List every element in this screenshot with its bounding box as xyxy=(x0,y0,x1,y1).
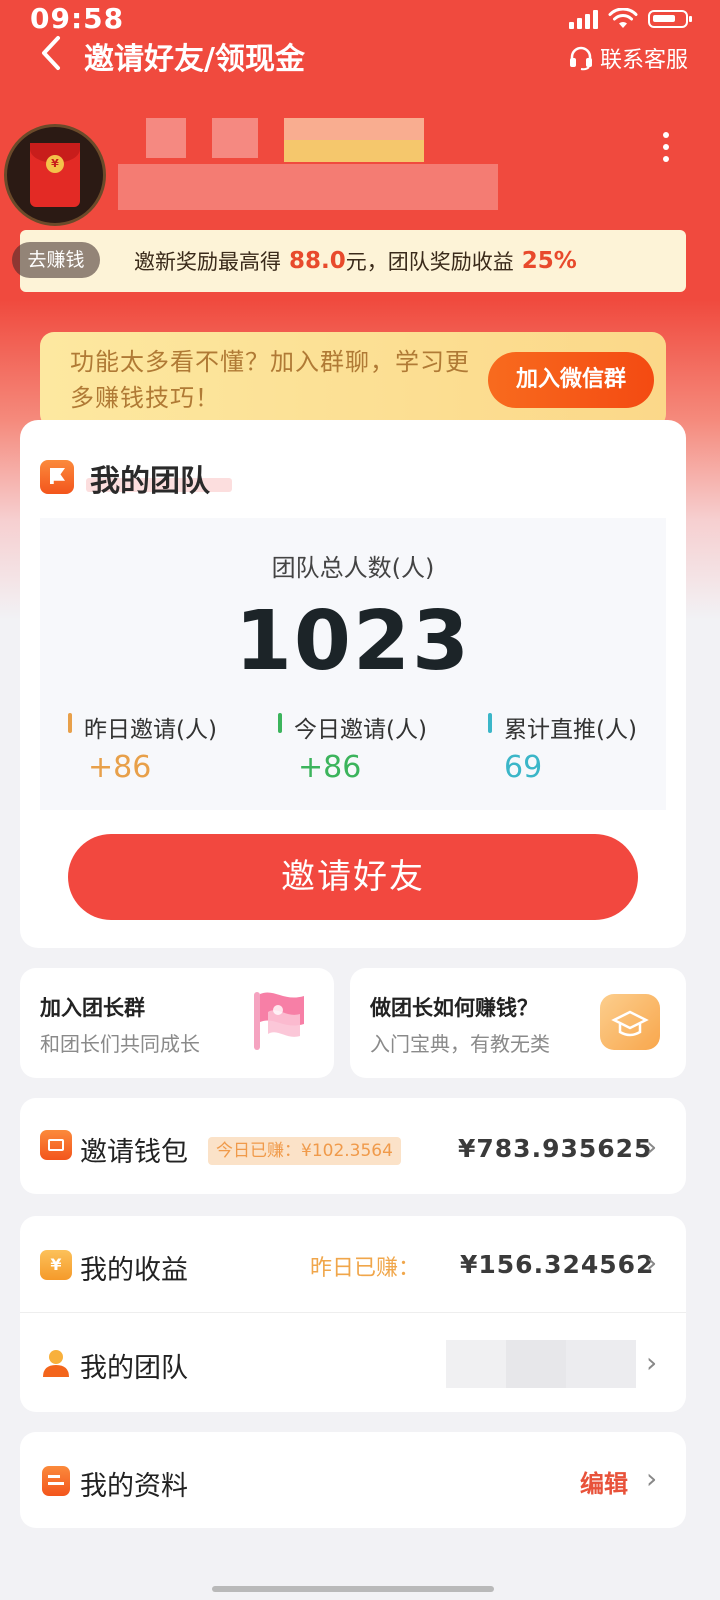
stat-label-today: 今日邀请(人) xyxy=(294,717,427,743)
profile-label: 我的资料 xyxy=(80,1471,188,1502)
battery-icon xyxy=(648,10,692,28)
status-icons xyxy=(569,8,692,30)
team-member-icon xyxy=(40,1348,72,1378)
team-total-label: 团队总人数(人) xyxy=(271,554,435,582)
chevron-right-icon: › xyxy=(646,1462,658,1495)
home-indicator[interactable] xyxy=(212,1586,494,1592)
join-wechat-group-button[interactable]: 加入微信群 xyxy=(488,352,654,408)
chevron-right-icon[interactable]: › xyxy=(646,1246,657,1279)
chevron-right-icon[interactable]: › xyxy=(646,1346,657,1379)
flag-icon xyxy=(254,992,304,1050)
blurred-user-name xyxy=(118,118,498,210)
yesterday-earned-label: 昨日已赚： xyxy=(310,1256,421,1281)
feature-subtitle: 入门宝典，有教无类 xyxy=(370,1032,550,1056)
chevron-right-icon: › xyxy=(646,1130,658,1163)
stat-marker xyxy=(488,713,492,733)
stat-value-today: +86 xyxy=(298,750,362,785)
reward-rate: 25% xyxy=(521,248,577,274)
reward-prefix: 邀新奖励最高得 xyxy=(134,250,281,274)
graduation-cap-icon xyxy=(600,994,660,1050)
back-arrow-icon[interactable] xyxy=(36,34,70,72)
wechat-banner-text: 功能太多看不懂？加入群聊，学习更多赚钱技巧！ xyxy=(70,348,470,412)
customer-service-label: 联系客服 xyxy=(599,48,688,73)
profile-doc-icon xyxy=(42,1466,70,1496)
stat-value-direct: 69 xyxy=(504,750,543,785)
team-flag-icon xyxy=(40,460,74,494)
more-options-icon[interactable] xyxy=(660,130,672,164)
feature-title: 加入团长群 xyxy=(40,996,145,1020)
team-total-value: 1023 xyxy=(234,594,472,689)
divider xyxy=(20,1312,686,1313)
earnings-amount: ¥156.324562 xyxy=(460,1250,655,1279)
wallet-label: 邀请钱包 xyxy=(80,1137,188,1168)
feature-subtitle: 和团长们共同成长 xyxy=(40,1032,200,1056)
wallet-amount: ¥783.935625 xyxy=(458,1134,653,1163)
status-time: 09:58 xyxy=(30,2,125,35)
stat-label-direct: 累计直推(人) xyxy=(504,717,637,743)
stat-marker xyxy=(278,713,282,733)
stat-label-yesterday: 昨日邀请(人) xyxy=(84,717,217,743)
earnings-icon: ¥ xyxy=(40,1250,72,1280)
page-title: 邀请好友/领现金 xyxy=(84,42,305,77)
today-earned-tag: 今日已赚：¥102.3564 xyxy=(208,1137,401,1165)
wifi-icon xyxy=(608,8,638,28)
my-team-label[interactable]: 我的团队 xyxy=(80,1346,188,1385)
feature-title: 做团长如何赚钱？ xyxy=(370,996,538,1020)
reward-amount: 88.0 xyxy=(289,248,346,274)
red-envelope-icon: ¥ xyxy=(30,143,80,207)
reward-info-bar: 邀新奖励最高得 88.0 元，团队奖励收益 25% xyxy=(20,230,686,292)
wallet-icon xyxy=(40,1130,72,1160)
avatar[interactable]: ¥ xyxy=(4,124,106,226)
reward-mid: 元，团队奖励收益 xyxy=(345,250,514,274)
signal-icon xyxy=(569,9,598,29)
customer-service-button[interactable]: 联系客服 xyxy=(568,42,688,74)
stat-value-yesterday: +86 xyxy=(88,750,152,785)
edit-profile-button[interactable]: 编辑 xyxy=(580,1464,628,1499)
invite-friends-button[interactable]: 邀请好友 xyxy=(68,834,638,920)
blurred-team-info xyxy=(446,1340,636,1388)
stat-marker xyxy=(68,713,72,733)
team-section-title: 我的团队 xyxy=(90,464,210,499)
headset-icon xyxy=(569,46,592,71)
go-earn-button[interactable]: 去赚钱 xyxy=(12,242,100,278)
earnings-label[interactable]: 我的收益 xyxy=(80,1248,188,1287)
